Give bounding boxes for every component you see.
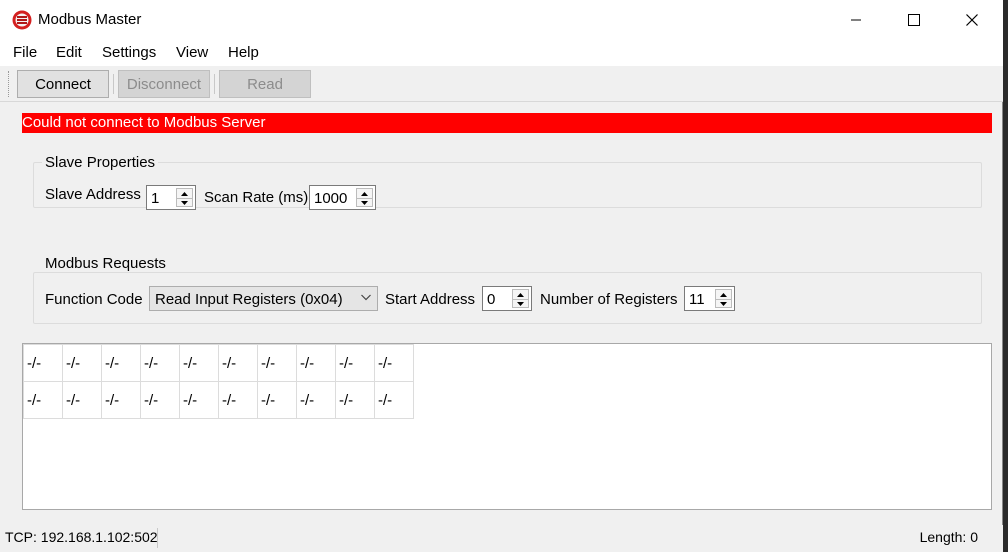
start-address-value: 0 [487,291,496,308]
menu-help[interactable]: Help [228,44,259,61]
table-row: -/- -/- -/- -/- -/- -/- -/- -/- -/- -/- [23,344,414,382]
table-cell[interactable]: -/- [179,381,219,419]
table-cell[interactable]: -/- [23,381,63,419]
table-cell[interactable]: -/- [218,344,258,382]
read-button[interactable]: Read [219,70,311,98]
start-address-label: Start Address [385,291,476,308]
minimize-button[interactable] [827,0,885,40]
maximize-button[interactable] [885,0,943,40]
modbus-requests-title: Modbus Requests [42,255,169,272]
table-row: -/- -/- -/- -/- -/- -/- -/- -/- -/- -/- [23,381,414,419]
slave-address-spinbox[interactable]: 1 [146,185,196,210]
register-table: -/- -/- -/- -/- -/- -/- -/- -/- -/- -/- … [23,344,414,419]
register-table-area[interactable]: -/- -/- -/- -/- -/- -/- -/- -/- -/- -/- … [22,343,992,510]
table-cell[interactable]: -/- [218,381,258,419]
menu-view[interactable]: View [176,44,208,61]
start-address-spinbox[interactable]: 0 [482,286,532,311]
maximize-icon [908,14,920,26]
table-cell[interactable]: -/- [296,381,336,419]
toolbar-separator [214,74,215,94]
connect-button[interactable]: Connect [17,70,109,98]
table-cell[interactable]: -/- [335,381,375,419]
table-cell[interactable]: -/- [101,381,141,419]
table-cell[interactable]: -/- [62,344,102,382]
table-cell[interactable]: -/- [374,344,414,382]
window-title: Modbus Master [38,11,142,28]
length-status: Length: 0 [919,529,978,545]
menu-bar: File Edit Settings View Help [0,40,1003,66]
toolbar-grip[interactable] [8,71,11,97]
function-code-value: Read Input Registers (0x04) [155,291,343,308]
settings-panel: Slave Properties Slave Address 1 Scan Ra… [22,140,992,342]
scan-rate-value: 1000 [314,190,348,207]
menu-file[interactable]: File [13,44,37,61]
toolbar-separator [113,74,114,94]
table-cell[interactable]: -/- [296,344,336,382]
table-cell[interactable]: -/- [23,344,63,382]
menu-settings[interactable]: Settings [102,44,156,61]
table-cell[interactable]: -/- [62,381,102,419]
number-of-registers-value: 11 [689,291,705,308]
toolbar: Connect Disconnect Read [0,66,1003,102]
table-cell[interactable]: -/- [257,381,297,419]
number-of-registers-spinbox[interactable]: 11 [684,286,735,311]
minimize-icon [851,19,861,21]
slave-address-value: 1 [151,190,160,207]
slave-address-label: Slave Address [45,186,141,203]
chevron-down-icon [361,294,371,301]
status-bar: TCP: 192.168.1.102:502 Length: 0 [0,525,1003,552]
table-cell[interactable]: -/- [140,344,180,382]
table-cell[interactable]: -/- [140,381,180,419]
spin-down-icon[interactable] [716,299,731,308]
title-bar[interactable]: Modbus Master [0,0,1003,40]
spin-down-icon[interactable] [513,299,528,308]
table-cell[interactable]: -/- [101,344,141,382]
close-icon [966,14,978,26]
status-separator [157,528,158,548]
slave-properties-title: Slave Properties [42,154,159,171]
function-code-select[interactable]: Read Input Registers (0x04) [149,286,378,311]
scan-rate-spinbox[interactable]: 1000 [309,185,376,210]
spin-down-icon[interactable] [357,198,372,207]
function-code-label: Function Code [45,291,143,308]
spin-down-icon[interactable] [177,198,192,207]
close-button[interactable] [943,0,1001,40]
app-icon [12,10,32,30]
error-banner: Could not connect to Modbus Server [22,113,992,133]
connection-status: TCP: 192.168.1.102:502 [5,529,158,545]
table-cell[interactable]: -/- [257,344,297,382]
scan-rate-label: Scan Rate (ms) [204,189,309,206]
menu-edit[interactable]: Edit [56,44,82,61]
table-cell[interactable]: -/- [335,344,375,382]
table-cell[interactable]: -/- [179,344,219,382]
main-window: Modbus Master File Edit Settings View He… [0,0,1003,552]
table-cell[interactable]: -/- [374,381,414,419]
number-of-registers-label: Number of Registers [540,291,678,308]
disconnect-button[interactable]: Disconnect [118,70,210,98]
